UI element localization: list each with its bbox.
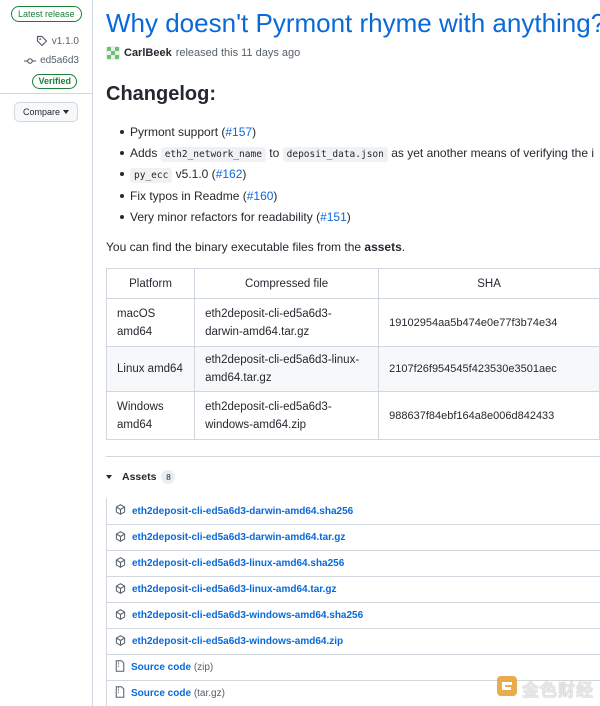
release-body: Why doesn't Pyrmont rhyme with anything?… xyxy=(105,0,600,706)
list-item: eth2deposit-cli-ed5a6d3-linux-amd64.tar.… xyxy=(106,576,600,602)
file-cell: eth2deposit-cli-ed5a6d3-darwin-amd64.tar… xyxy=(194,298,380,347)
tag-link[interactable]: v1.1.0 xyxy=(36,35,79,47)
asset-link[interactable]: eth2deposit-cli-ed5a6d3-windows-amd64.zi… xyxy=(132,636,343,647)
changelog-list: Pyrmont support (#157) Adds eth2_network… xyxy=(120,122,594,228)
table-row: macOS amd64 eth2deposit-cli-ed5a6d3-darw… xyxy=(105,298,600,347)
watermark-text: 金色财经 xyxy=(522,681,594,700)
table-row: Windows amd64 eth2deposit-cli-ed5a6d3-wi… xyxy=(105,391,600,440)
latest-release-badge: Latest release xyxy=(11,6,82,22)
list-item: Very minor refactors for readability (#1… xyxy=(120,207,594,228)
release-sidebar: Latest release v1.1.0 ed5a6d3 Verified C… xyxy=(0,0,93,706)
watermark-logo-icon xyxy=(496,675,518,702)
list-item: Pyrmont support (#157) xyxy=(120,122,594,143)
tag-name: v1.1.0 xyxy=(51,35,79,47)
tag-icon xyxy=(36,35,48,47)
package-icon xyxy=(115,556,126,571)
asset-link[interactable]: eth2deposit-cli-ed5a6d3-darwin-amd64.sha… xyxy=(132,506,353,517)
package-icon xyxy=(115,530,126,545)
list-item: eth2deposit-cli-ed5a6d3-linux-amd64.sha2… xyxy=(106,550,600,576)
issue-link[interactable]: #162 xyxy=(216,167,243,181)
list-item: py_ecc v5.1.0 (#162) xyxy=(120,164,594,185)
release-date-text: released this 11 days ago xyxy=(175,47,301,59)
package-icon xyxy=(115,634,126,649)
changelog-heading: Changelog: xyxy=(106,83,216,105)
asset-link[interactable]: eth2deposit-cli-ed5a6d3-windows-amd64.sh… xyxy=(132,610,363,621)
asset-link[interactable]: eth2deposit-cli-ed5a6d3-linux-amd64.tar.… xyxy=(132,584,337,595)
code-snippet: deposit_data.json xyxy=(282,147,388,163)
git-commit-icon xyxy=(24,56,37,66)
source-zip-link[interactable]: Source code (zip) xyxy=(131,662,213,673)
issue-link[interactable]: #151 xyxy=(320,210,347,224)
commit-sha: ed5a6d3 xyxy=(40,55,79,66)
asset-link[interactable]: eth2deposit-cli-ed5a6d3-linux-amd64.sha2… xyxy=(132,558,344,569)
list-item: Adds eth2_network_name to deposit_data.j… xyxy=(120,143,594,164)
binaries-table: Platform Compressed file SHA macOS amd64… xyxy=(105,268,600,440)
package-icon xyxy=(115,608,126,623)
table-header-platform: Platform xyxy=(105,268,196,299)
list-item: eth2deposit-cli-ed5a6d3-windows-amd64.zi… xyxy=(106,628,600,654)
file-zip-icon xyxy=(115,686,125,701)
file-cell: eth2deposit-cli-ed5a6d3-windows-amd64.zi… xyxy=(194,391,380,440)
package-icon xyxy=(115,582,126,597)
platform-cell: Linux amd64 xyxy=(105,346,196,392)
assets-count-badge: 8 xyxy=(161,470,176,484)
list-item: eth2deposit-cli-ed5a6d3-darwin-amd64.tar… xyxy=(106,524,600,550)
caret-down-icon xyxy=(63,110,69,114)
commit-link[interactable]: ed5a6d3 xyxy=(24,55,79,66)
file-zip-icon xyxy=(115,660,125,675)
assets-note: You can find the binary executable files… xyxy=(106,240,406,254)
package-icon xyxy=(115,504,126,518)
compare-label: Compare xyxy=(22,107,60,117)
platform-cell: macOS amd64 xyxy=(105,298,196,347)
source-targz-link[interactable]: Source code (tar.gz) xyxy=(131,688,225,699)
sha-cell: 2107f26f954545f423530e3501aec xyxy=(378,346,600,392)
list-item: Fix typos in Readme (#160) xyxy=(120,186,594,207)
issue-link[interactable]: #160 xyxy=(247,189,274,203)
avatar[interactable] xyxy=(106,46,120,60)
file-cell: eth2deposit-cli-ed5a6d3-linux-amd64.tar.… xyxy=(194,346,380,392)
sidebar-divider xyxy=(0,93,92,94)
section-divider xyxy=(106,456,600,457)
list-item: eth2deposit-cli-ed5a6d3-windows-amd64.sh… xyxy=(106,602,600,628)
code-snippet: py_ecc xyxy=(130,168,173,184)
release-title[interactable]: Why doesn't Pyrmont rhyme with anything? xyxy=(106,8,600,39)
table-header-file: Compressed file xyxy=(194,268,380,299)
code-snippet: eth2_network_name xyxy=(160,147,266,163)
watermark: 金色财经 xyxy=(496,675,594,702)
compare-button[interactable]: Compare xyxy=(14,102,78,122)
sha-cell: 19102954aa5b474e0e77f3b74e34 xyxy=(378,298,600,347)
platform-cell: Windows amd64 xyxy=(105,391,196,440)
table-row: Linux amd64 eth2deposit-cli-ed5a6d3-linu… xyxy=(105,346,600,392)
asset-link[interactable]: eth2deposit-cli-ed5a6d3-darwin-amd64.tar… xyxy=(132,532,345,543)
table-header-sha: SHA xyxy=(378,268,600,299)
assets-label: Assets xyxy=(122,471,157,483)
release-byline: CarlBeek released this 11 days ago xyxy=(106,46,300,60)
list-item: eth2deposit-cli-ed5a6d3-darwin-amd64.sha… xyxy=(106,498,600,524)
verified-badge[interactable]: Verified xyxy=(32,74,77,89)
assets-toggle[interactable]: Assets 8 xyxy=(106,470,176,484)
author-name[interactable]: CarlBeek xyxy=(124,47,172,59)
issue-link[interactable]: #157 xyxy=(225,125,252,139)
sha-cell: 988637f84ebf164a8e006d842433 xyxy=(378,391,600,440)
triangle-down-icon xyxy=(106,475,112,479)
